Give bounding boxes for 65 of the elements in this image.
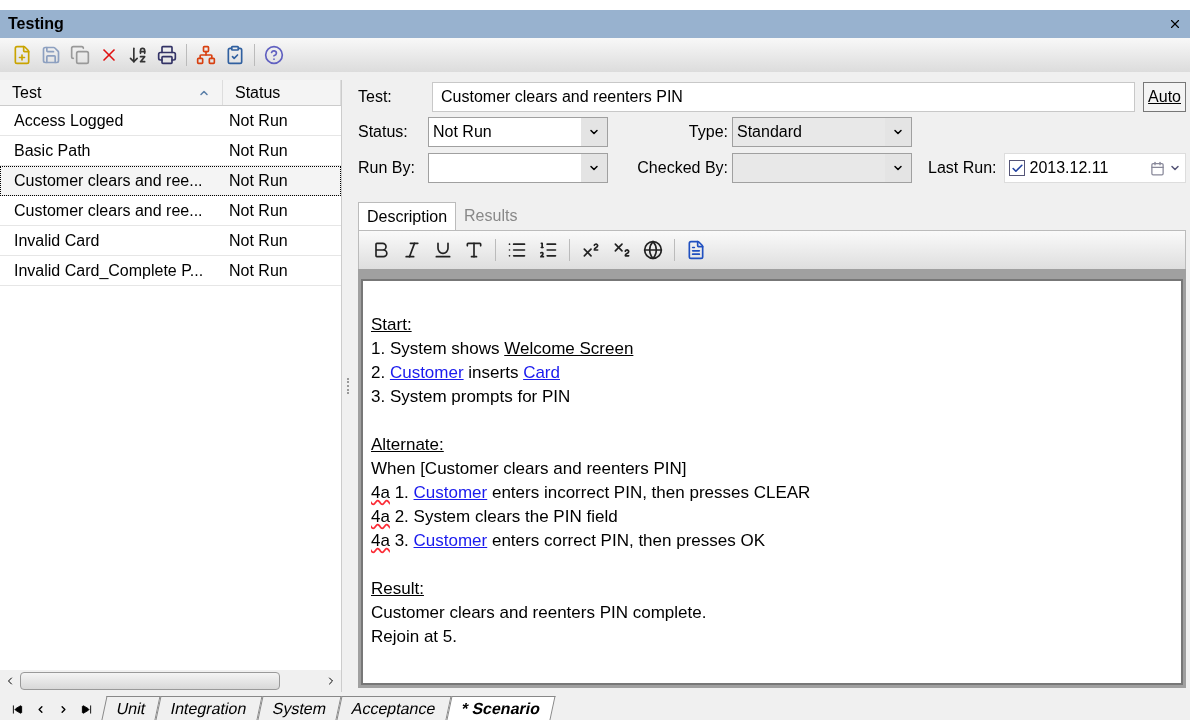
text-line: 4a 1. Customer enters incorrect PIN, then presses CLEAR — [371, 482, 812, 504]
subscript-icon[interactable] — [612, 240, 632, 260]
list-row[interactable]: Customer clears and ree... Not Run — [0, 166, 341, 196]
list-row[interactable]: Customer clears and ree... Not Run — [0, 196, 341, 226]
sheet-tab[interactable]: Integration — [155, 696, 263, 720]
horizontal-scrollbar[interactable] — [0, 670, 341, 692]
text-line: 2. Customer inserts Card — [371, 362, 561, 384]
sheet-tab[interactable]: System — [257, 696, 342, 720]
italic-icon[interactable] — [402, 240, 422, 260]
text-line: Alternate: — [371, 434, 445, 456]
description-editor[interactable] — [361, 279, 1183, 685]
help-icon[interactable] — [264, 45, 284, 65]
run-by-dropdown[interactable] — [428, 153, 608, 183]
underline-icon[interactable] — [433, 240, 453, 260]
sheet-tab[interactable]: * Scenario — [446, 696, 556, 720]
text-line: Customer clears and reenters PIN complete. — [371, 602, 708, 624]
print-icon[interactable] — [157, 45, 177, 65]
link[interactable]: Customer — [413, 531, 488, 550]
sort-icon[interactable] — [128, 45, 148, 65]
text-line: When [Customer clears and reenters PIN] — [371, 458, 688, 480]
link[interactable]: Card — [523, 363, 560, 382]
document-icon[interactable] — [686, 240, 706, 260]
text-line: Rejoin at 5. — [371, 626, 458, 648]
field-label: Last Run: — [928, 158, 997, 178]
numbered-list-icon[interactable] — [538, 240, 558, 260]
column-header[interactable]: Status — [223, 80, 341, 105]
first-tab-icon[interactable] — [12, 703, 23, 715]
calendar-icon[interactable] — [1150, 160, 1165, 176]
next-tab-icon[interactable] — [58, 703, 69, 715]
hierarchy-icon[interactable] — [196, 45, 216, 65]
list-row[interactable]: Invalid Card Not Run — [0, 226, 341, 256]
checklist-icon[interactable] — [225, 45, 245, 65]
type-dropdown[interactable]: Standard — [732, 117, 912, 147]
field-label: Status: — [357, 122, 409, 142]
checked-by-dropdown[interactable] — [732, 153, 912, 183]
column-header[interactable]: Test — [0, 80, 223, 105]
auto-button[interactable]: Auto — [1143, 82, 1186, 112]
text-line: 3. System prompts for PIN — [371, 386, 572, 408]
field-label: Checked By: — [636, 158, 728, 178]
checkbox[interactable] — [1009, 160, 1026, 176]
text-line: Result: — [371, 578, 425, 600]
superscript-icon[interactable] — [581, 240, 601, 260]
tab[interactable]: Description — [358, 202, 457, 230]
link[interactable]: Customer — [413, 483, 488, 502]
text-line: 4a 3. Customer enters correct PIN, then presses OK — [371, 530, 766, 552]
window-title: Testing — [8, 14, 64, 34]
last-tab-icon[interactable] — [81, 703, 92, 715]
copy-icon[interactable] — [70, 45, 90, 65]
text-line: Start: — [371, 314, 413, 336]
status-dropdown[interactable]: Not Run — [428, 117, 608, 147]
field-label: Type: — [687, 122, 728, 142]
list-row[interactable]: Access Logged Not Run — [0, 106, 341, 136]
link[interactable]: Customer — [389, 363, 464, 382]
sheet-tab[interactable]: Unit — [101, 696, 161, 720]
date-picker[interactable]: 2013.12.11 — [1004, 153, 1186, 183]
text-line: 1. System shows Welcome Screen — [371, 338, 635, 360]
test-name-field[interactable]: Customer clears and reenters PIN — [432, 82, 1136, 112]
sheet-tab[interactable]: Acceptance — [336, 696, 452, 720]
list-row[interactable]: Invalid Card_Complete P... Not Run — [0, 256, 341, 286]
splitter-grip-icon[interactable] — [346, 378, 350, 394]
text-line: 4a 2. System clears the PIN field — [371, 506, 619, 528]
close-icon[interactable] — [1168, 17, 1182, 31]
bullet-list-icon[interactable] — [507, 240, 527, 260]
field-label: Run By: — [357, 158, 416, 178]
field-label: Test: — [357, 87, 393, 107]
